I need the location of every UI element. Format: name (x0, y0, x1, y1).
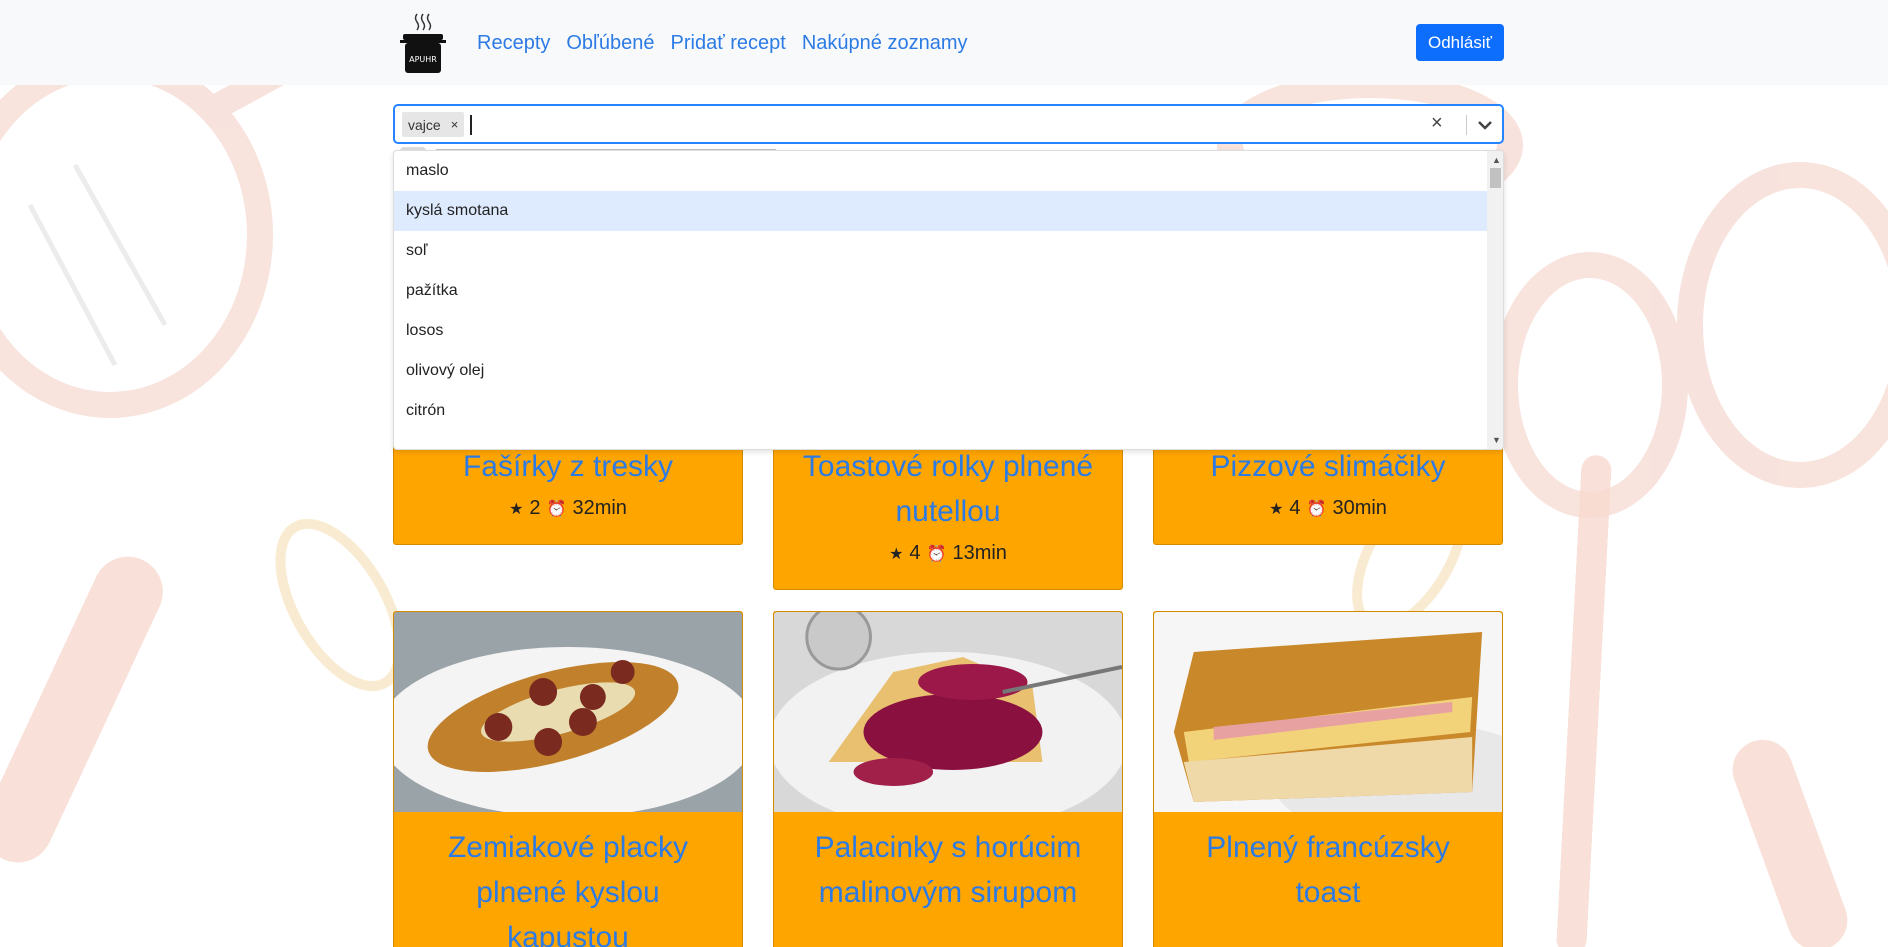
recipe-title[interactable]: Toastové rolky plnené nutellou (794, 444, 1102, 534)
recipe-title[interactable]: Plnený francúzsky toast (1194, 825, 1462, 915)
top-navbar: APUHR Recepty Obľúbené Pridať recept Nak… (0, 0, 1888, 85)
recipe-meta: ★ 4 ⏰ 30min (1154, 497, 1502, 520)
scroll-down-arrow-icon[interactable]: ▼ (1492, 435, 1501, 445)
recipe-title[interactable]: Zemiakové placky plnené kyslou kapustou (424, 825, 712, 947)
clear-all-icon[interactable]: × (1431, 112, 1443, 135)
recipe-card[interactable]: Plnený francúzsky toast (1153, 611, 1503, 947)
option-item[interactable]: citrón (394, 391, 1487, 431)
recipe-rating: 4 (1289, 497, 1301, 519)
option-item[interactable]: losos (394, 311, 1487, 351)
chevron-down-icon[interactable] (1475, 116, 1495, 134)
recipe-time: 13min (952, 542, 1007, 564)
recipe-rating: 2 (529, 497, 541, 519)
recipe-title[interactable]: Pizzové slimáčiky (1154, 444, 1502, 489)
star-icon: ★ (889, 545, 904, 563)
selected-tag: vajce × (402, 112, 465, 137)
option-item[interactable]: soľ (394, 231, 1487, 271)
recipe-card[interactable]: Zemiakové placky plnené kyslou kapustou (393, 611, 743, 947)
option-item[interactable]: pažítka (394, 271, 1487, 311)
recipe-meta: ★ 2 ⏰ 32min (394, 497, 742, 520)
option-item[interactable]: maslo (394, 151, 1487, 191)
recipe-time: 32min (572, 497, 627, 519)
star-icon: ★ (509, 500, 524, 518)
dropdown-scrollbar[interactable]: ▲ ▼ (1487, 151, 1503, 449)
text-caret (470, 115, 472, 135)
alarm-clock-icon: ⏰ (926, 545, 947, 563)
scrollbar-thumb[interactable] (1490, 168, 1501, 188)
pot-logo-icon[interactable]: APUHR (399, 12, 447, 74)
nav-link-favorites[interactable]: Obľúbené (566, 30, 654, 56)
recipe-photo[interactable] (774, 612, 1122, 812)
logo-text: APUHR (409, 55, 437, 64)
recipe-meta: ★ 4 ⏰ 13min (794, 542, 1102, 565)
nav-link-recipes[interactable]: Recepty (477, 30, 550, 56)
alarm-clock-icon: ⏰ (546, 500, 567, 518)
tag-label: vajce (408, 116, 441, 133)
recipe-time: 30min (1332, 497, 1387, 519)
recipe-title[interactable]: Palacinky s horúcim malinovým sirupom (804, 825, 1092, 915)
recipe-photo[interactable] (394, 612, 742, 812)
option-item[interactable]: olivový olej (394, 351, 1487, 391)
indicator-separator (1466, 115, 1467, 135)
option-item[interactable]: kyslá smotana (394, 191, 1487, 231)
recipe-photo[interactable] (1154, 612, 1502, 812)
recipe-rating: 4 (909, 542, 921, 564)
scroll-up-arrow-icon[interactable]: ▲ (1492, 155, 1501, 165)
tag-remove-icon[interactable]: × (451, 117, 459, 132)
recipe-card[interactable]: Palacinky s horúcim malinovým sirupom (773, 611, 1123, 947)
nav-links: Recepty Obľúbené Pridať recept Nakúpné z… (477, 30, 984, 56)
star-icon: ★ (1269, 500, 1284, 518)
alarm-clock-icon: ⏰ (1306, 500, 1327, 518)
ingredient-multiselect[interactable]: vajce × × (393, 104, 1504, 144)
recipe-title[interactable]: Fašírky z tresky (394, 444, 742, 489)
ingredient-options-dropdown: maslo kyslá smotana soľ pažítka losos ol… (393, 150, 1504, 450)
nav-link-add-recipe[interactable]: Pridať recept (671, 30, 786, 56)
nav-link-shopping-lists[interactable]: Nakúpné zoznamy (802, 30, 968, 56)
logout-button[interactable]: Odhlásiť (1416, 24, 1504, 61)
